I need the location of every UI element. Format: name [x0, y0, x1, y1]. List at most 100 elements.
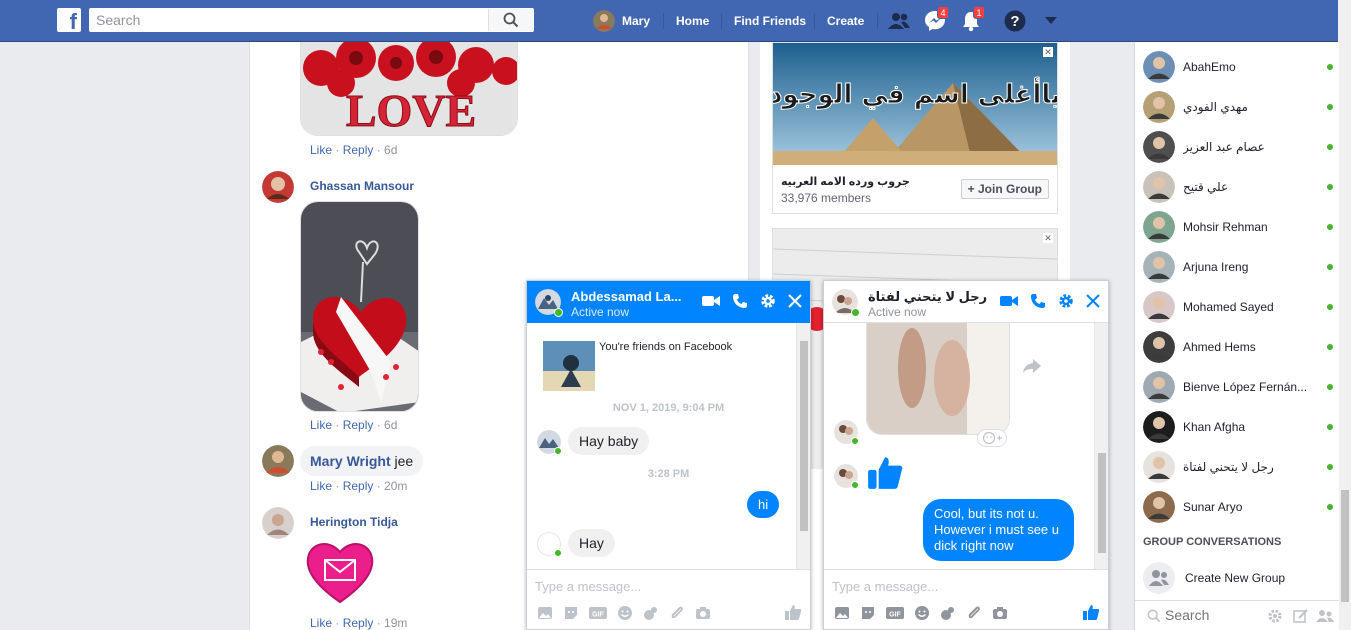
friend-cover-thumbnail[interactable] [543, 341, 595, 391]
comment-photo-cake[interactable] [300, 201, 419, 412]
contact-item[interactable]: Ahmed Hems [1143, 327, 1339, 367]
help-button[interactable]: ? [1004, 0, 1026, 42]
contact-item[interactable]: Mohsir Rehman [1143, 207, 1339, 247]
sticker-icon[interactable] [860, 605, 876, 621]
close-ad-icon[interactable]: ✕ [1043, 233, 1053, 243]
svg-text:GIF: GIF [889, 612, 901, 619]
emoji-icon[interactable] [617, 605, 633, 621]
message-input[interactable] [535, 579, 785, 594]
new-group-icon[interactable] [1316, 608, 1334, 624]
gif-icon[interactable]: GIF [589, 605, 607, 621]
commenter-name[interactable]: Ghassan Mansour [310, 179, 414, 193]
friend-requests-button[interactable] [887, 0, 911, 42]
chat-sidebar-scrollbar[interactable] [1339, 42, 1351, 630]
scrollbar-thumb[interactable] [1341, 490, 1349, 602]
chat-window-header[interactable]: Abdessamad La... Active now [527, 281, 810, 323]
shared-photo[interactable] [866, 323, 1010, 435]
thumbs-up-icon[interactable] [1082, 603, 1100, 621]
contact-item[interactable]: مهدي الفودي [1143, 87, 1339, 127]
reply-link[interactable]: Reply [343, 143, 374, 157]
attachment-icon[interactable] [966, 605, 982, 621]
chat-search-input[interactable] [1165, 607, 1265, 623]
photo-icon[interactable] [834, 605, 850, 621]
contact-item[interactable]: Mohamed Sayed [1143, 287, 1339, 327]
video-call-icon[interactable] [1000, 293, 1018, 309]
gear-icon[interactable] [760, 293, 776, 309]
online-indicator [851, 308, 860, 317]
account-menu-button[interactable] [1045, 0, 1057, 42]
emoji-icon[interactable] [914, 605, 930, 621]
phone-icon[interactable] [732, 293, 748, 309]
sticker-icon[interactable] [563, 605, 579, 621]
online-indicator [1327, 104, 1333, 110]
composer-tools: GIF [537, 605, 711, 621]
close-ad-icon[interactable]: ✕ [1043, 47, 1053, 57]
contact-item[interactable]: عصام عبد العزيز [1143, 127, 1339, 167]
commenter-name[interactable]: Mary Wright [310, 453, 391, 469]
reply-link[interactable]: Reply [343, 418, 374, 432]
nav-find-friends-link[interactable]: Find Friends [734, 0, 806, 42]
game-icon[interactable] [643, 605, 659, 621]
nav-profile-link[interactable]: Mary [593, 0, 650, 42]
contact-item[interactable]: رجل لا يتحني لفتاة [1143, 447, 1339, 487]
contact-avatar [1143, 411, 1175, 443]
nav-divider [877, 13, 878, 29]
photo-icon[interactable] [537, 605, 553, 621]
game-icon[interactable] [940, 605, 956, 621]
love-image-text: LOVE [346, 85, 476, 136]
phone-icon[interactable] [1030, 293, 1046, 309]
commenter-avatar[interactable] [262, 507, 294, 539]
thumbs-up-icon[interactable] [784, 603, 802, 621]
contact-item[interactable]: Khan Afgha [1143, 407, 1339, 447]
contact-item[interactable]: Arjuna Ireng [1143, 247, 1339, 287]
heart-envelope-sticker[interactable] [304, 536, 376, 608]
chat-scrollbar[interactable] [796, 323, 810, 569]
join-group-button[interactable]: + Join Group [960, 179, 1049, 199]
gif-icon[interactable]: GIF [886, 605, 904, 621]
commenter-name[interactable]: Herington Tidja [310, 515, 398, 529]
group-suggestion-card[interactable]: ياأغلى اسم في الوجود ✕ جروب ورده الامه ا… [772, 42, 1058, 214]
video-call-icon[interactable] [702, 293, 720, 309]
create-new-group-item[interactable]: Create New Group [1143, 558, 1339, 598]
like-link[interactable]: Like [310, 479, 332, 493]
add-reaction-icon[interactable] [977, 429, 1007, 447]
group-name[interactable]: جروب ورده الامه العربيه [781, 175, 910, 188]
message-input[interactable] [832, 579, 1082, 594]
svg-text:?: ? [1010, 13, 1019, 30]
like-link[interactable]: Like [310, 418, 332, 432]
camera-icon[interactable] [695, 605, 711, 621]
attachment-icon[interactable] [669, 605, 685, 621]
nav-create-link[interactable]: Create [827, 0, 864, 42]
chat-window-arabic: رجل لا يتحني لفتاة Active now Cool, but … [823, 280, 1109, 630]
chat-title[interactable]: رجل لا يتحني لفتاة [868, 289, 987, 305]
gear-icon[interactable] [1267, 608, 1283, 624]
commenter-avatar[interactable] [262, 171, 294, 203]
window-scrollbar-top [1338, 0, 1351, 42]
comment-photo-love[interactable]: LOVE [300, 42, 518, 136]
contact-item[interactable]: علي قتيح [1143, 167, 1339, 207]
contact-item[interactable]: Sunar Aryo [1143, 487, 1339, 527]
chat-window-header[interactable]: رجل لا يتحني لفتاة Active now [824, 281, 1108, 323]
chat-scrollbar[interactable] [1094, 323, 1108, 569]
gear-icon[interactable] [1058, 293, 1074, 309]
close-icon[interactable] [788, 293, 802, 309]
like-link[interactable]: Like [310, 143, 332, 157]
compose-icon[interactable] [1293, 608, 1309, 624]
scrollbar-thumb[interactable] [1098, 453, 1106, 553]
share-icon[interactable] [1023, 358, 1041, 374]
commenter-avatar[interactable] [262, 445, 294, 477]
search-button[interactable] [488, 9, 533, 31]
scrollbar-thumb[interactable] [800, 341, 808, 531]
camera-icon[interactable] [992, 605, 1008, 621]
reply-link[interactable]: Reply [343, 616, 374, 630]
contact-item[interactable]: Bienve López Fernán... [1143, 367, 1339, 407]
global-search-input[interactable] [90, 9, 490, 31]
nav-divider [663, 13, 664, 29]
like-link[interactable]: Like [310, 616, 332, 630]
close-icon[interactable] [1086, 293, 1100, 309]
facebook-logo[interactable]: f [57, 8, 81, 32]
nav-home-link[interactable]: Home [676, 0, 709, 42]
chat-title[interactable]: Abdessamad La... [571, 289, 682, 304]
contact-item[interactable]: AbahEmo [1143, 47, 1339, 87]
reply-link[interactable]: Reply [343, 479, 374, 493]
